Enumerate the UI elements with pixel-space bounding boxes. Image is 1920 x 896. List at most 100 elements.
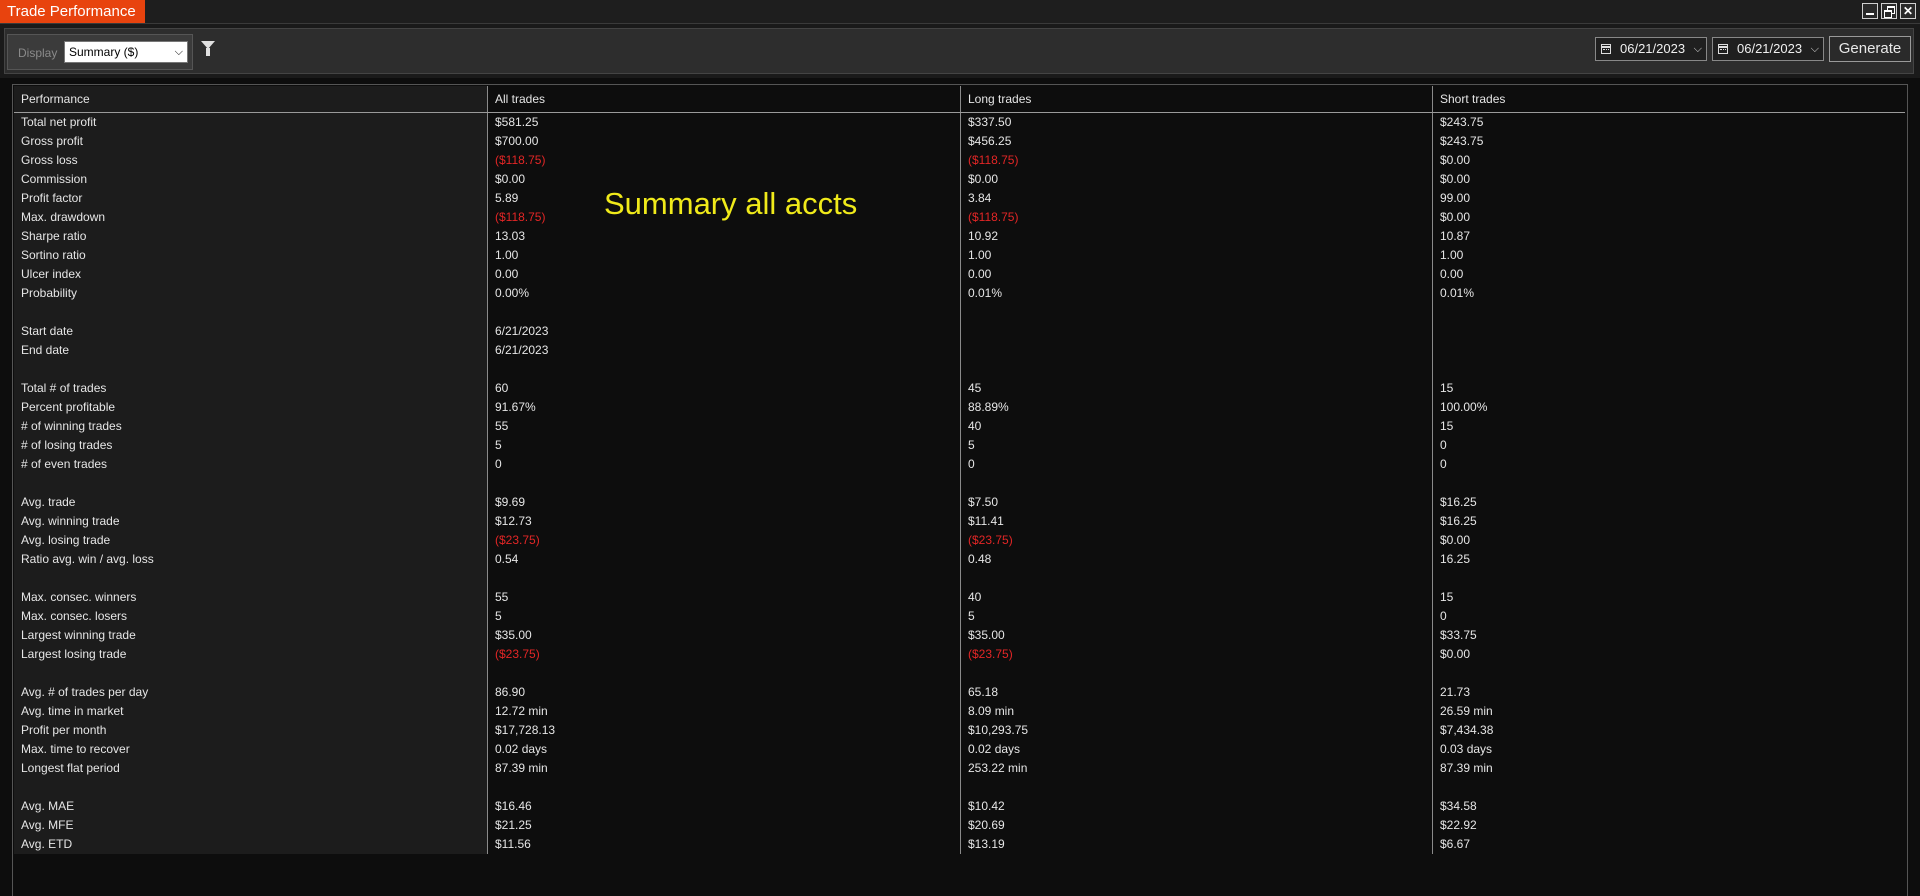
row-value: 60 <box>495 381 509 395</box>
table-row <box>14 569 1905 588</box>
table-row: Max. drawdown ($118.75) ($118.75) $0.00 <box>14 208 1905 227</box>
calendar-icon <box>1718 44 1728 54</box>
restore-button[interactable] <box>1881 3 1897 19</box>
row-value <box>1433 474 1905 493</box>
header-short-trades[interactable]: Short trades <box>1433 86 1905 112</box>
table-row: Avg. winning trade $12.73 $11.41 $16.25 <box>14 512 1905 531</box>
row-label: Max. consec. losers <box>21 609 128 623</box>
row-label: Max. time to recover <box>21 742 130 756</box>
row-value: 87.39 min <box>495 761 548 775</box>
row-value <box>488 778 960 797</box>
row-value: $7,434.38 <box>1440 723 1494 737</box>
row-value: $10.42 <box>968 799 1005 813</box>
row-label <box>14 474 487 493</box>
row-value <box>1433 303 1905 322</box>
row-value: 88.89% <box>968 400 1009 414</box>
row-label: Max. consec. winners <box>21 590 137 604</box>
header-long-trades[interactable]: Long trades <box>961 86 1433 112</box>
table-row: Commission $0.00 $0.00 $0.00 <box>14 170 1905 189</box>
row-label: Profit per month <box>21 723 107 737</box>
row-value: 13.03 <box>495 229 526 243</box>
table-row: Max. consec. winners 55 40 15 <box>14 588 1905 607</box>
row-label: End date <box>21 343 70 357</box>
minimize-icon <box>1863 4 1877 18</box>
chevron-down-icon: ⌵ <box>174 46 183 58</box>
table-row: Total net profit $581.25 $337.50 $243.75 <box>14 113 1905 132</box>
row-value: 16.25 <box>1440 552 1471 566</box>
row-value: 5 <box>495 609 502 623</box>
row-value: ($23.75) <box>968 647 1013 661</box>
table-row: Sharpe ratio 13.03 10.92 10.87 <box>14 227 1905 246</box>
row-value: $7.50 <box>968 495 999 509</box>
filter-icon[interactable] <box>201 41 215 56</box>
table-row: Avg. time in market 12.72 min 8.09 min 26.5… <box>14 702 1905 721</box>
row-value: 40 <box>968 590 982 604</box>
date-to-picker[interactable]: 06/21/2023 ⌵ <box>1712 37 1824 61</box>
row-label: Avg. MAE <box>21 799 75 813</box>
row-value: ($23.75) <box>495 533 540 547</box>
row-value: 0 <box>968 457 975 471</box>
row-value: 0.02 days <box>968 742 1021 756</box>
table-row: Sortino ratio 1.00 1.00 1.00 <box>14 246 1905 265</box>
table-row: Percent profitable 91.67% 88.89% 100.00% <box>14 398 1905 417</box>
row-value: 21.73 <box>1440 685 1471 699</box>
row-value <box>961 303 1433 322</box>
row-value: ($118.75) <box>495 153 546 167</box>
row-label: Sortino ratio <box>21 248 86 262</box>
date-from-picker[interactable]: 06/21/2023 ⌵ <box>1595 37 1707 61</box>
table-row: Total # of trades 60 45 15 <box>14 379 1905 398</box>
row-value <box>1433 569 1905 588</box>
table-row: Largest losing trade ($23.75) ($23.75) $0.0… <box>14 645 1905 664</box>
row-value <box>961 341 1433 360</box>
table-row <box>14 778 1905 797</box>
row-label: Longest flat period <box>21 761 120 775</box>
generate-button[interactable]: Generate <box>1829 36 1911 62</box>
row-value: 3.84 <box>968 191 992 205</box>
row-value: 15 <box>1440 590 1454 604</box>
row-value: 0.03 days <box>1440 742 1493 756</box>
window-title[interactable]: Trade Performance <box>0 0 145 23</box>
row-value: 6/21/2023 <box>495 343 549 357</box>
row-value: $12.73 <box>495 514 532 528</box>
row-value <box>488 360 960 379</box>
row-value: $0.00 <box>1440 172 1471 186</box>
header-all-trades[interactable]: All trades <box>488 86 960 112</box>
table-row: Avg. MAE $16.46 $10.42 $34.58 <box>14 797 1905 816</box>
display-select[interactable]: Summary ($) ⌵ <box>64 41 188 63</box>
table-row <box>14 474 1905 493</box>
row-value: 0.48 <box>968 552 992 566</box>
row-value: 0.00% <box>495 286 530 300</box>
row-label <box>14 360 487 379</box>
row-value: 5 <box>968 438 975 452</box>
calendar-icon <box>1601 44 1611 54</box>
row-value <box>961 664 1433 683</box>
row-value: ($23.75) <box>495 647 540 661</box>
table-row: Avg. MFE $21.25 $20.69 $22.92 <box>14 816 1905 835</box>
row-value: 45 <box>968 381 982 395</box>
row-value: 0.00 <box>495 267 519 281</box>
title-bar: Trade Performance ✕ <box>0 0 1920 24</box>
minimize-button[interactable] <box>1862 3 1878 19</box>
table-row: Max. time to recover 0.02 days 0.02 days 0.… <box>14 740 1905 759</box>
row-value: 99.00 <box>1440 191 1471 205</box>
row-label: # of even trades <box>21 457 108 471</box>
window-controls: ✕ <box>1862 3 1916 19</box>
row-value <box>488 303 960 322</box>
close-button[interactable]: ✕ <box>1900 3 1916 19</box>
table-row: Gross profit $700.00 $456.25 $243.75 <box>14 132 1905 151</box>
display-label: Display <box>18 46 58 60</box>
row-value <box>1433 778 1905 797</box>
row-value: $10,293.75 <box>968 723 1029 737</box>
row-label: # of winning trades <box>21 419 122 433</box>
table-row <box>14 664 1905 683</box>
row-value <box>1433 341 1905 360</box>
header-performance[interactable]: Performance <box>14 86 487 112</box>
row-value: 0 <box>1440 609 1447 623</box>
row-value: 15 <box>1440 381 1454 395</box>
row-value: 0.02 days <box>495 742 548 756</box>
row-label: Probability <box>21 286 78 300</box>
row-value: $0.00 <box>1440 153 1471 167</box>
row-value: $456.25 <box>968 134 1012 148</box>
row-label: Ulcer index <box>21 267 82 281</box>
row-value: $11.56 <box>495 837 531 851</box>
